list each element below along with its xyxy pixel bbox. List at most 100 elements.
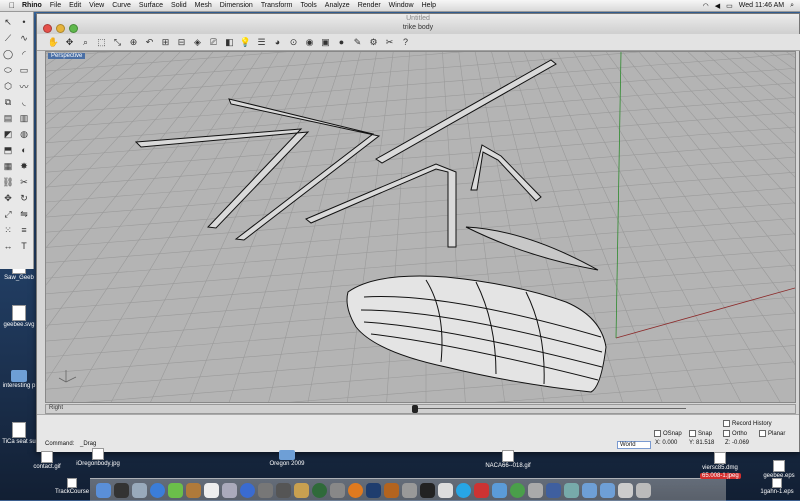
shade-icon[interactable]: ◉ [303, 36, 316, 49]
zoom-extents-icon[interactable]: ⤡ [111, 36, 124, 49]
polygon-icon[interactable]: ⬡ [0, 78, 16, 94]
light-icon[interactable]: 💡 [239, 36, 252, 49]
rectangle-icon[interactable]: ▭ [16, 62, 32, 78]
menu-window[interactable]: Window [389, 2, 414, 9]
menu-analyze[interactable]: Analyze [325, 2, 350, 9]
finder-icon[interactable] [96, 482, 111, 498]
sticky-icon[interactable]: ✎ [351, 36, 364, 49]
material-icon[interactable]: ◕ [271, 36, 284, 49]
zoom-window-icon[interactable]: ⬚ [95, 36, 108, 49]
rhino-icon[interactable] [402, 482, 417, 498]
app-icon[interactable] [564, 482, 579, 498]
menu-solid[interactable]: Solid [171, 2, 187, 9]
web-icon[interactable] [528, 482, 543, 498]
menu-transform[interactable]: Transform [261, 2, 293, 9]
cplane-select[interactable]: World [617, 441, 651, 449]
terminal-icon[interactable] [420, 482, 435, 498]
extrude-icon[interactable]: ⬒ [0, 142, 16, 158]
undo-view-icon[interactable]: ↶ [143, 36, 156, 49]
select-icon[interactable]: ↖ [0, 14, 16, 30]
downloads-folder-icon[interactable] [582, 482, 597, 498]
pdf-icon[interactable] [474, 482, 489, 498]
properties-icon[interactable]: ☰ [255, 36, 268, 49]
apple-icon[interactable]:  [6, 1, 18, 10]
menu-curve[interactable]: Curve [112, 2, 131, 9]
desktop-icon[interactable]: TrackCourse [52, 478, 92, 495]
dimension-icon[interactable]: ↔ [0, 238, 16, 254]
pan-icon[interactable]: ✋ [47, 36, 60, 49]
tools-icon[interactable]: ✂ [383, 36, 396, 49]
ortho-toggle[interactable]: Ortho [723, 430, 747, 437]
title-bar[interactable]: Untitled trike body [37, 14, 799, 35]
trim-icon[interactable]: ✂ [16, 174, 32, 190]
menu-surface[interactable]: Surface [139, 2, 163, 9]
skype-icon[interactable] [456, 482, 471, 498]
sphere-icon[interactable]: ◍ [16, 126, 32, 142]
illustrator-icon[interactable] [384, 482, 399, 498]
volume-icon[interactable]: ◀ [715, 2, 720, 10]
offset-icon[interactable]: ⧉ [0, 94, 16, 110]
arc-icon[interactable]: ◜ [16, 46, 32, 62]
wifi-icon[interactable]: ◠ [703, 2, 709, 10]
array-icon[interactable]: ⁙ [0, 222, 16, 238]
menu-app[interactable]: Rhino [22, 2, 42, 9]
record-history-checkbox[interactable] [723, 420, 730, 427]
circle-icon[interactable]: ◯ [0, 46, 16, 62]
desktop-icon[interactable]: NACA66--018.gif [480, 450, 536, 469]
scroll-track[interactable] [416, 408, 686, 409]
menu-view[interactable]: View [89, 2, 104, 9]
system-preferences-icon[interactable] [330, 482, 345, 498]
game-icon[interactable] [546, 482, 561, 498]
menu-mesh[interactable]: Mesh [195, 2, 212, 9]
menu-render[interactable]: Render [358, 2, 381, 9]
scale-icon[interactable]: ⤢ [0, 206, 16, 222]
render-icon[interactable]: ▣ [319, 36, 332, 49]
osnap-toggle[interactable]: OSnap [654, 430, 682, 437]
help-icon[interactable]: ? [399, 36, 412, 49]
dashboard-icon[interactable] [114, 482, 129, 498]
planar-checkbox[interactable] [759, 430, 766, 437]
desktop-icon[interactable]: 1gahn-1.eps [755, 478, 799, 495]
record-history-toggle[interactable]: Record History [723, 420, 772, 427]
preview-icon[interactable] [222, 482, 237, 498]
maximize-viewport-icon[interactable]: ⊟ [175, 36, 188, 49]
desktop-icon[interactable]: viersc85.dmg [700, 452, 740, 471]
utility-icon[interactable] [510, 482, 525, 498]
menu-tools[interactable]: Tools [300, 2, 316, 9]
menu-file[interactable]: File [50, 2, 61, 9]
point-icon[interactable]: • [16, 14, 32, 30]
itunes-icon[interactable] [240, 482, 255, 498]
freeform-icon[interactable]: 〰 [16, 78, 32, 94]
snap-toggle[interactable]: Snap [689, 430, 712, 437]
ichat-icon[interactable] [168, 482, 183, 498]
rotate-view-icon[interactable]: ✥ [63, 36, 76, 49]
four-viewports-icon[interactable]: ⊞ [159, 36, 172, 49]
desktop-icon[interactable]: Oregon 2009 [265, 450, 309, 467]
battery-icon[interactable]: ▭ [726, 2, 733, 10]
loft-icon[interactable]: ▥ [16, 110, 32, 126]
named-view-icon[interactable]: ⎚ [207, 36, 220, 49]
zoom-selected-icon[interactable]: ⊕ [127, 36, 140, 49]
sphere-shade-icon[interactable]: ● [335, 36, 348, 49]
viewport-tabs-bar[interactable]: Right [45, 404, 796, 414]
garageband-icon[interactable] [294, 482, 309, 498]
command-value[interactable]: _Drag [80, 441, 96, 447]
perspective-viewport[interactable]: Perspective [45, 51, 796, 403]
desktop-icon[interactable]: geebee.svg [2, 305, 36, 328]
desktop-icon[interactable]: iOregonbody.jpg [70, 448, 126, 467]
desktop-icon[interactable]: TiCa seat su [2, 422, 36, 445]
rotate-icon[interactable]: ↻ [16, 190, 32, 206]
clock[interactable]: Wed 11:46 AM [739, 2, 784, 9]
address-book-icon[interactable] [186, 482, 201, 498]
desktop-icon[interactable]: contact.gif [30, 451, 64, 470]
documents-folder-icon[interactable] [600, 482, 615, 498]
move-icon[interactable]: ✥ [0, 190, 16, 206]
explode-icon[interactable]: ✸ [16, 158, 32, 174]
surface-icon[interactable]: ▤ [0, 110, 16, 126]
snap-checkbox[interactable] [689, 430, 696, 437]
iphoto-icon[interactable] [258, 482, 273, 498]
textedit-icon[interactable] [438, 482, 453, 498]
layer-icon[interactable]: ◧ [223, 36, 236, 49]
options-icon[interactable]: ⚙ [367, 36, 380, 49]
join-icon[interactable]: ⛓ [0, 174, 16, 190]
